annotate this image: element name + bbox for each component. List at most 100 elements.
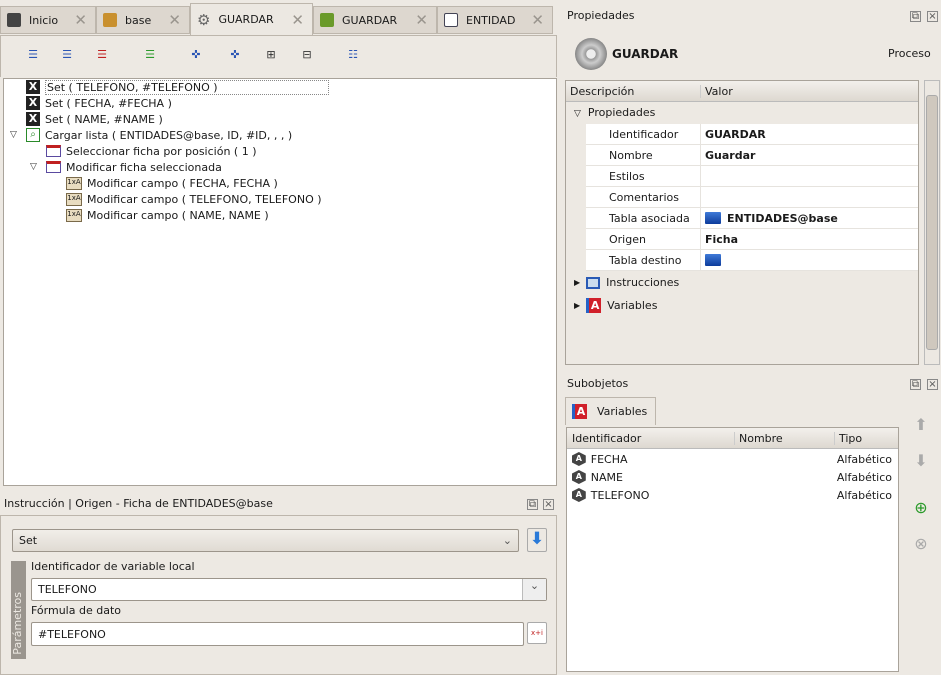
- tree-item-label: Modificar campo ( FECHA, FECHA ): [87, 176, 278, 190]
- close-icon[interactable]: ✕: [168, 11, 181, 29]
- column-header-description[interactable]: Descripción: [566, 84, 701, 98]
- delete-button[interactable]: ⊗: [910, 534, 932, 556]
- tab-entidad[interactable]: ENTIDAD ✕: [437, 6, 553, 34]
- properties-group[interactable]: ▽ Propiedades: [574, 106, 655, 119]
- tree-item[interactable]: Seleccionar ficha por posición ( 1 ): [46, 143, 256, 159]
- expand-arrow-icon[interactable]: ▽: [10, 130, 17, 140]
- tab-variables[interactable]: A Variables: [565, 397, 656, 425]
- variable-combobox[interactable]: TELEFONO ⌄: [31, 578, 547, 601]
- tree-item[interactable]: ⌕ Cargar lista ( ENTIDADES@base, ID, #ID,…: [26, 127, 292, 143]
- form-icon: [444, 13, 458, 27]
- variable-id: FECHA: [590, 452, 628, 466]
- formula-value: #TELEFONO: [38, 627, 106, 641]
- close-icon[interactable]: ✕: [415, 11, 428, 29]
- column-header-nombre[interactable]: Nombre: [735, 431, 835, 445]
- record-icon: [46, 145, 61, 157]
- column-header-value[interactable]: Valor: [701, 85, 733, 98]
- command-value: Set: [19, 534, 38, 547]
- property-value: GUARDAR: [705, 127, 766, 141]
- delete-line-icon[interactable]: ☰: [93, 48, 111, 64]
- close-icon[interactable]: ✕: [74, 11, 87, 29]
- insert-before-icon[interactable]: ☰: [58, 48, 76, 64]
- tree-item[interactable]: 1xA Modificar campo ( FECHA, FECHA ): [66, 175, 278, 191]
- tab-inicio[interactable]: Inicio ✕: [0, 6, 96, 34]
- tab-label: ENTIDAD: [466, 13, 516, 27]
- tree-item[interactable]: X Set ( TELEFONO, #TELEFONO ): [26, 79, 329, 95]
- comment-icon[interactable]: ☰: [141, 48, 159, 64]
- table-row[interactable]: A FECHA Alfabético: [572, 451, 892, 467]
- table-row[interactable]: A NAME Alfabético: [572, 469, 892, 485]
- formula-label: Fórmula de dato: [31, 604, 121, 617]
- property-name: Tabla asociada: [586, 208, 701, 228]
- tree-item[interactable]: X Set ( FECHA, #FECHA ): [26, 95, 172, 111]
- group-label: Propiedades: [587, 106, 656, 119]
- search-icon: ⌕: [26, 128, 40, 142]
- close-icon[interactable]: ×: [543, 499, 554, 510]
- tab-label: GUARDAR: [218, 13, 274, 26]
- set-icon: X: [26, 96, 40, 110]
- tree-item[interactable]: X Set ( NAME, #NAME ): [26, 111, 163, 127]
- float-icon[interactable]: ⧉: [910, 379, 921, 390]
- collapse-all-icon[interactable]: ✜: [226, 48, 244, 64]
- chevron-down-icon[interactable]: ⌄: [522, 579, 546, 600]
- database-icon: [103, 13, 117, 27]
- expand-icon[interactable]: ⊞: [262, 48, 280, 64]
- property-row[interactable]: Identificador GUARDAR: [586, 124, 918, 145]
- formula-editor-button[interactable]: x+i: [527, 622, 547, 644]
- close-icon[interactable]: ×: [927, 379, 938, 390]
- move-down-button[interactable]: ⬇: [910, 451, 932, 473]
- variable-type: Alfabético: [836, 452, 892, 466]
- property-row[interactable]: Nombre Guardar: [586, 145, 918, 166]
- close-icon[interactable]: ×: [927, 11, 938, 22]
- move-up-button[interactable]: ⬆: [910, 415, 932, 437]
- collapse-icon[interactable]: ⊟: [298, 48, 316, 64]
- variable-type: Alfabético: [836, 488, 892, 502]
- table-row[interactable]: A TELEFONO Alfabético: [572, 487, 892, 503]
- tree-view-icon[interactable]: ☷: [344, 48, 362, 64]
- tab-label: Variables: [597, 405, 648, 418]
- property-name: Identificador: [586, 124, 701, 144]
- property-row[interactable]: Estilos: [586, 166, 918, 187]
- instruction-panel-title: Instrucción | Origen - Ficha de ENTIDADE…: [4, 497, 273, 510]
- property-row[interactable]: Comentarios: [586, 187, 918, 208]
- expand-arrow-icon[interactable]: ▽: [30, 162, 37, 172]
- tab-base[interactable]: base ✕: [96, 6, 190, 34]
- property-row[interactable]: Tabla destino: [586, 250, 918, 271]
- variables-group[interactable]: ▶ A Variables: [574, 298, 657, 313]
- variable-type: Alfabético: [836, 470, 892, 484]
- scrollbar-thumb[interactable]: [926, 95, 938, 350]
- expand-all-icon[interactable]: ✜: [187, 48, 205, 64]
- move-down-button[interactable]: ⬇: [527, 528, 547, 552]
- column-header-tipo[interactable]: Tipo: [835, 432, 862, 445]
- formula-input[interactable]: #TELEFONO: [31, 622, 524, 646]
- float-icon[interactable]: ⧉: [527, 499, 538, 510]
- tab-guardar-active[interactable]: ⚙ GUARDAR ✕: [190, 3, 313, 35]
- close-icon[interactable]: ✕: [531, 11, 544, 29]
- tab-label: GUARDAR: [342, 13, 398, 27]
- property-row[interactable]: Tabla asociada ENTIDADES@base: [586, 208, 918, 229]
- property-row[interactable]: Origen Ficha: [586, 229, 918, 250]
- insert-after-icon[interactable]: ☰: [24, 48, 42, 64]
- close-icon[interactable]: ✕: [291, 11, 304, 29]
- command-select[interactable]: Set ⌄: [12, 529, 519, 552]
- properties-scrollbar[interactable]: [924, 80, 940, 365]
- instruction-tree[interactable]: X Set ( TELEFONO, #TELEFONO ) X Set ( FECH…: [3, 78, 557, 486]
- column-header-identificador[interactable]: Identificador: [567, 431, 735, 445]
- green-gear-icon: [320, 13, 334, 27]
- start-icon: [7, 13, 21, 27]
- tab-label: Inicio: [29, 13, 59, 27]
- parameters-label: Parámetros: [11, 592, 24, 655]
- instructions-group[interactable]: ▶ Instrucciones: [574, 276, 679, 289]
- instructions-icon: [586, 276, 601, 289]
- tab-guardar[interactable]: GUARDAR ✕: [313, 6, 437, 34]
- float-icon[interactable]: ⧉: [910, 11, 921, 22]
- property-value: Ficha: [705, 232, 739, 246]
- tree-item[interactable]: 1xA Modificar campo ( NAME, NAME ): [66, 207, 269, 223]
- properties-panel-title: Propiedades: [567, 9, 635, 22]
- add-button[interactable]: ⊕: [910, 498, 932, 520]
- tree-item[interactable]: Modificar ficha seleccionada: [46, 159, 222, 175]
- tree-item-label: Modificar campo ( NAME, NAME ): [87, 208, 269, 222]
- group-label: Variables: [607, 299, 658, 312]
- tree-item-label: Seleccionar ficha por posición ( 1 ): [66, 144, 257, 158]
- tree-item[interactable]: 1xA Modificar campo ( TELEFONO, TELEFONO …: [66, 191, 322, 207]
